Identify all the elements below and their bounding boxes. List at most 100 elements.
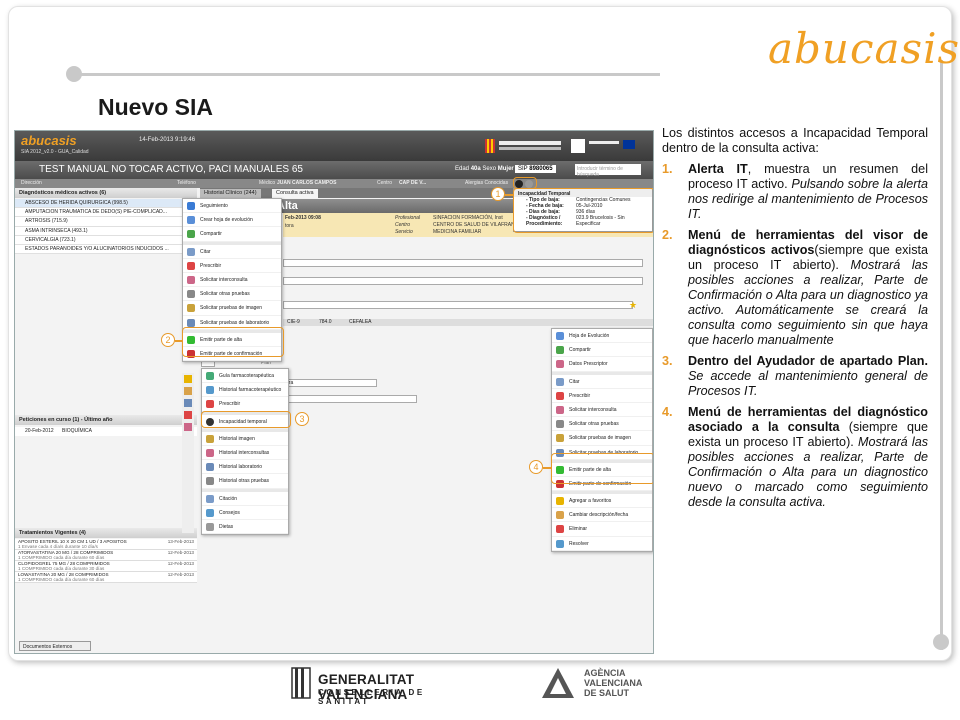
app-version: SIA 2012_v2.0 - GUA_Calidad xyxy=(21,149,89,155)
doctor-icon xyxy=(206,448,214,457)
menu-item-hoja-evolucion[interactable]: Crear hoja de evolución xyxy=(183,213,281,228)
menu-item-compartir[interactable]: Compartir xyxy=(552,343,652,358)
folder-icon[interactable] xyxy=(184,387,192,395)
callout-arrow xyxy=(505,194,514,196)
select-field[interactable] xyxy=(283,395,417,403)
highlight-left-menu xyxy=(182,327,284,357)
treatment-row[interactable]: ATORVASTATINA 20 MG / 28 COMPRIMIDOS 1 CO… xyxy=(15,550,197,561)
treatment-date: 12-Feb-2013 xyxy=(167,572,194,577)
search-input[interactable]: Introducir término de búsqueda xyxy=(575,164,641,178)
menu-item-interconsulta[interactable]: Solicitar interconsulta xyxy=(552,403,652,418)
treatment-row[interactable]: LOWASTATINA 20 MG / 28 COMPRIMIDOS 1 COMP… xyxy=(15,572,197,583)
text-field[interactable] xyxy=(283,259,643,267)
menu-label: Solicitar interconsulta xyxy=(569,406,617,413)
servicio-label: Servicio xyxy=(395,229,413,235)
callout-badge-3: 3 xyxy=(295,412,309,426)
menu-label: Consejos xyxy=(219,509,240,516)
documentos-externos-button[interactable]: Documentos Externos xyxy=(19,641,91,651)
diagnosis-row[interactable]: ARTROSIS (715.9) xyxy=(15,217,197,227)
menu-item-otras-pruebas[interactable]: Solicitar otras pruebas xyxy=(552,417,652,432)
diagnosis-row[interactable]: ASMA INTRINSECA (493.1) xyxy=(15,226,197,236)
item-number: 2. xyxy=(662,228,673,242)
share-icon xyxy=(187,230,195,239)
tab-consulta-activa[interactable]: Consulta activa xyxy=(272,189,318,198)
callout-badge-1: 1 xyxy=(491,187,505,201)
menu-item-seguimiento[interactable]: Seguimiento xyxy=(183,199,281,214)
menu-label: Historial laboratorio xyxy=(219,464,263,471)
menu-item-datos-prescriptor[interactable]: Datos Prescriptor xyxy=(552,357,652,372)
treatment-row[interactable]: APOSITO ESTERIL 10 X 20 CM 1 UD / 3 APOS… xyxy=(15,539,197,550)
menu-label: Historial interconsultas xyxy=(219,449,270,456)
diagnosis-row[interactable]: AMPUTACION TRAUMATICA DE DEDO(S) PIE-COM… xyxy=(15,208,197,218)
centro-label: Centro xyxy=(395,222,411,228)
menu-item-guia-farmaco[interactable]: Guía farmacoterapéutica xyxy=(202,369,288,384)
link-icon[interactable] xyxy=(184,423,192,431)
menu-label: Dietas xyxy=(219,523,234,530)
peticion-row[interactable]: 20-Feb-2012 BIOQUÍMICA xyxy=(15,427,197,436)
resolve-icon xyxy=(556,539,564,548)
treatment-posology: 1 COMPRIMIDO cada día durante 60 días xyxy=(18,555,105,560)
diagnosis-row[interactable]: CERVICALGIA (723.1) xyxy=(15,235,197,245)
menu-item-hoja-evolucion[interactable]: Hoja de Evolución xyxy=(552,329,652,344)
treatment-date: 12-Feb-2013 xyxy=(167,561,194,566)
star-icon[interactable]: ★ xyxy=(629,300,637,311)
menu-label: Eliminar xyxy=(569,526,588,533)
diagnosis-row[interactable]: ABSCESO DE HERIDA QUIRURGICA (998.5) xyxy=(15,199,197,209)
select-field[interactable]: era xyxy=(283,379,377,387)
menu-item-pruebas-imagen[interactable]: Solicitar pruebas de imagen xyxy=(183,301,281,316)
diagnosis-row[interactable]: ESTADOS PARANOIDES Y/O ALUCINATORIOS IND… xyxy=(15,244,197,255)
menu-item-historial-interconsultas[interactable]: Historial interconsultas xyxy=(202,446,288,461)
text-field[interactable] xyxy=(283,301,633,309)
tab-historial[interactable]: Historial Clínico (244) xyxy=(200,189,261,198)
menu-item-dietas[interactable]: Dietas xyxy=(202,520,288,535)
menu-item-citar[interactable]: Citar xyxy=(552,375,652,389)
menu-item-compartir[interactable]: Compartir xyxy=(183,227,281,242)
screen-icon[interactable] xyxy=(184,399,192,407)
tratamientos-header[interactable]: Tratamientos Vigentes (4) xyxy=(15,528,197,538)
description-item: 4. Menú de herramientas del diagnóstico a… xyxy=(662,405,928,510)
patient-demographics: Edad 40a Sexo Mujer xyxy=(455,166,514,172)
treatment-row[interactable]: CLOPIDOGREL 75 MG / 28 COMPRIMIDOS 1 COMP… xyxy=(15,561,197,572)
menu-item-pruebas-imagen[interactable]: Solicitar pruebas de imagen xyxy=(552,431,652,446)
treatment-posology: 1 COMPRIMIDO cada día durante 60 días xyxy=(18,577,105,582)
text-field[interactable] xyxy=(283,277,643,285)
menu-item-resolver[interactable]: Resolver xyxy=(552,537,652,551)
menu-item-citacion[interactable]: Citación xyxy=(202,492,288,506)
alergias-label[interactable]: Alergias Conocidas xyxy=(465,180,508,186)
description-list: 1. Alerta IT, muestra un resumen del proc… xyxy=(662,162,928,510)
menu-item-historial-imagen[interactable]: Historial imagen xyxy=(202,432,288,446)
star-icon[interactable] xyxy=(184,375,192,383)
menu-item-cambiar-descripcion[interactable]: Cambiar descripción/fecha xyxy=(552,508,652,523)
app-datetime: 14-Feb-2013 9:19:46 xyxy=(139,137,196,143)
menu-item-consejos[interactable]: Consejos xyxy=(202,506,288,520)
item-bold: Dentro del Ayudador de apartado Plan. xyxy=(688,354,928,368)
avs-line3: DE SALUT xyxy=(584,688,629,698)
peticion-desc: BIOQUÍMICA xyxy=(61,428,92,434)
menu-item-historial-otras[interactable]: Historial otras pruebas xyxy=(202,474,288,489)
menu-label: Historial imagen xyxy=(219,435,255,442)
test-icon xyxy=(206,477,214,486)
diagnoses-header[interactable]: Diagnósticos médicos activos (6) xyxy=(15,188,197,198)
menu-item-favoritos[interactable]: Agregar a favoritos xyxy=(552,494,652,509)
menu-label: Citar xyxy=(200,248,211,255)
menu-item-historial-laboratorio[interactable]: Historial laboratorio xyxy=(202,460,288,475)
menu-label: Agregar a favoritos xyxy=(569,498,612,505)
image-icon xyxy=(556,434,564,443)
menu-item-prescribir[interactable]: Prescribir xyxy=(552,389,652,403)
sexo-label: Sexo xyxy=(482,166,497,172)
diagnosis-tools-menu: Hoja de Evolución Compartir Datos Prescr… xyxy=(551,328,653,552)
menu-item-otras-pruebas[interactable]: Solicitar otras pruebas xyxy=(183,287,281,302)
menu-item-citar[interactable]: Citar xyxy=(183,245,281,259)
test-icon xyxy=(187,290,195,299)
menu-label: Prescribir xyxy=(569,392,591,399)
menu-item-prescribir[interactable]: Prescribir xyxy=(202,397,288,412)
consulta-date: Feb-2013 09:08 xyxy=(285,215,321,221)
slide: abucasis Nuevo SIA abucasis SIA 2012_v2.… xyxy=(0,0,960,720)
menu-label: Hoja de Evolución xyxy=(569,333,610,339)
menu-item-eliminar[interactable]: Eliminar xyxy=(552,522,652,537)
menu-item-prescribir[interactable]: Prescribir xyxy=(183,259,281,273)
peticiones-header[interactable]: Peticiones en curso (1) - Último año xyxy=(15,415,197,425)
menu-item-interconsulta[interactable]: Solicitar interconsulta xyxy=(183,273,281,288)
delete-icon[interactable] xyxy=(184,411,192,419)
menu-item-historial-farmaco[interactable]: Historial farmacoterapéutico xyxy=(202,383,288,398)
